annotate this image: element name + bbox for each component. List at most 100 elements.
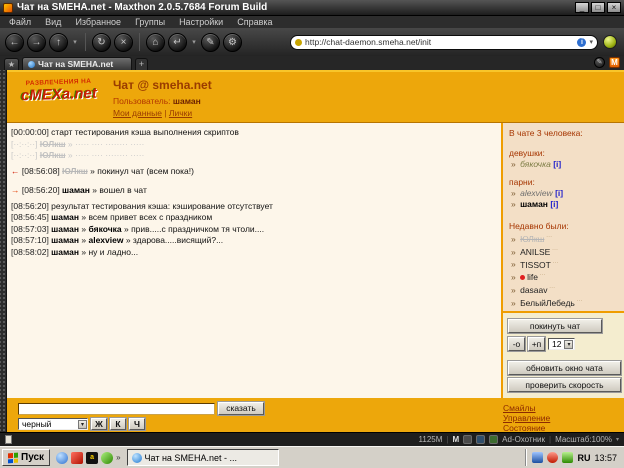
chat-message: [··:··:··] ЮЛкш » ····· ···· ········ ··… bbox=[11, 150, 498, 161]
address-bar[interactable]: http://chat-daemon.smeha.net/init i ▾ bbox=[290, 35, 598, 50]
ad-hunter-label[interactable]: Ad-Охотник bbox=[502, 435, 545, 444]
underline-button[interactable]: Ч bbox=[129, 418, 145, 430]
site-favicon bbox=[295, 39, 302, 46]
close-button[interactable]: × bbox=[607, 2, 621, 13]
text-color-value: черный bbox=[22, 419, 51, 429]
menu-item[interactable]: Избранное bbox=[75, 17, 121, 27]
quick-launch: a » bbox=[53, 452, 123, 464]
message-time: [··:··:··] bbox=[11, 150, 40, 160]
font-smaller-button[interactable]: -о bbox=[508, 337, 525, 351]
go-dropdown-icon[interactable]: ▾ bbox=[190, 38, 198, 46]
filter-status-icon[interactable] bbox=[489, 435, 498, 444]
message-nick[interactable]: шаман bbox=[51, 212, 79, 222]
taskbar-task-button[interactable]: Чат на SMEHA.net - ... bbox=[127, 449, 279, 466]
font-bigger-button[interactable]: +п bbox=[528, 337, 545, 351]
smiles-link[interactable]: Смайлы bbox=[503, 403, 624, 413]
message-nick[interactable]: ЮЛкш bbox=[62, 166, 88, 176]
user-name[interactable]: ANILSE bbox=[520, 247, 550, 257]
go-button[interactable]: ↵ bbox=[168, 33, 187, 52]
tray-messenger-icon[interactable] bbox=[562, 452, 573, 463]
user-info-link[interactable]: [i] bbox=[548, 199, 558, 209]
maxthon-status-icon[interactable]: M bbox=[452, 435, 459, 444]
links-separator: | bbox=[164, 108, 166, 118]
user-name[interactable]: БелыйЛебедь bbox=[520, 298, 575, 308]
go-url-button[interactable] bbox=[603, 35, 617, 49]
home-button[interactable]: ⌂ bbox=[146, 33, 165, 52]
minimize-button[interactable]: _ bbox=[575, 2, 589, 13]
quick-launch-overflow-icon[interactable]: » bbox=[116, 453, 120, 462]
chat-message: [··:··:··] ЮЛкш » ····· ···· ········ ··… bbox=[11, 139, 498, 150]
taskbar-clock: 13:57 bbox=[594, 453, 617, 463]
italic-button[interactable]: К bbox=[110, 418, 126, 430]
tab-favicon bbox=[28, 61, 35, 68]
list-bullet-icon: » bbox=[511, 298, 518, 308]
check-speed-button[interactable]: проверить скорость bbox=[508, 378, 621, 392]
tools-button[interactable]: ⚙ bbox=[223, 33, 242, 52]
menu-item[interactable]: Вид bbox=[45, 17, 61, 27]
stop-button[interactable]: × bbox=[114, 33, 133, 52]
private-messages-link[interactable]: Лички bbox=[169, 108, 192, 118]
say-button[interactable]: сказать bbox=[218, 402, 264, 415]
quick-launch-browser-icon[interactable] bbox=[56, 452, 68, 464]
favorites-star-icon[interactable]: ★ bbox=[4, 58, 19, 70]
refresh-button[interactable]: ↻ bbox=[92, 33, 111, 52]
refresh-chat-button[interactable]: обновить окно чата bbox=[508, 361, 621, 375]
back-button[interactable]: ← bbox=[5, 33, 24, 52]
url-input[interactable]: http://chat-daemon.smeha.net/init bbox=[305, 37, 574, 47]
user-name[interactable]: шаман bbox=[520, 199, 548, 209]
page-info-icon[interactable]: i bbox=[577, 38, 586, 47]
message-input[interactable] bbox=[18, 403, 215, 415]
message-nick[interactable]: шаман bbox=[51, 235, 79, 245]
message-nick[interactable]: ЮЛкш bbox=[40, 150, 66, 160]
tray-antivirus-icon[interactable] bbox=[547, 452, 558, 463]
start-button[interactable]: Пуск bbox=[2, 449, 50, 466]
font-size-select[interactable]: 12 ▾ bbox=[548, 338, 575, 350]
zoom-caret-icon[interactable]: ▾ bbox=[616, 436, 619, 443]
text-color-select[interactable]: черный ▾ bbox=[18, 418, 88, 430]
user-name[interactable]: life bbox=[527, 272, 538, 282]
sidebar-grip[interactable] bbox=[0, 70, 7, 432]
tab-chat[interactable]: Чат на SMEHA.net bbox=[22, 57, 132, 70]
smeha-logo[interactable]: РАЗВЛЕЧЕНИЯ НА сМЕХа.net bbox=[12, 73, 105, 120]
bold-button[interactable]: Ж bbox=[91, 418, 107, 430]
user-name[interactable]: бякочка bbox=[520, 159, 551, 169]
history-dropdown-icon[interactable]: ▾ bbox=[71, 38, 79, 46]
message-nick[interactable]: шаман bbox=[51, 224, 79, 234]
maximize-button[interactable]: □ bbox=[591, 2, 605, 13]
leave-chat-button[interactable]: покинуть чат bbox=[508, 319, 602, 333]
menu-item[interactable]: Настройки bbox=[179, 17, 223, 27]
user-name[interactable]: alexview bbox=[520, 188, 553, 198]
proxy-icon[interactable] bbox=[463, 435, 472, 444]
url-dropdown-icon[interactable]: ▾ bbox=[589, 38, 593, 46]
message-nick[interactable]: шаман bbox=[51, 247, 79, 257]
user-info-link[interactable]: [i] bbox=[551, 159, 561, 169]
user-info-link[interactable]: [i] bbox=[553, 188, 563, 198]
message-nick[interactable]: ЮЛкш bbox=[40, 139, 66, 149]
new-tab-button[interactable]: + bbox=[135, 58, 148, 70]
language-indicator[interactable]: RU bbox=[577, 453, 590, 463]
user-visit-mark: ··· bbox=[544, 234, 552, 240]
user-name[interactable]: dasaav bbox=[520, 285, 547, 295]
girls-label: девушки: bbox=[509, 148, 619, 159]
user-name[interactable]: ЮЛкш bbox=[520, 234, 544, 244]
snippet-button[interactable]: ✎ bbox=[201, 33, 220, 52]
quick-launch-icq-icon[interactable] bbox=[101, 452, 113, 464]
message-recipient[interactable]: alexview bbox=[88, 235, 123, 245]
manage-link[interactable]: Управление bbox=[503, 413, 624, 423]
quick-launch-winamp-icon[interactable]: a bbox=[86, 452, 98, 464]
menu-item[interactable]: Справка bbox=[237, 17, 272, 27]
tray-network-icon[interactable] bbox=[532, 452, 543, 463]
maxthon-icon[interactable]: M bbox=[609, 57, 620, 68]
menu-item[interactable]: Файл bbox=[9, 17, 31, 27]
forward-button[interactable]: → bbox=[27, 33, 46, 52]
my-data-link[interactable]: Мои данные bbox=[113, 108, 162, 118]
menu-item[interactable]: Группы bbox=[135, 17, 165, 27]
up-button[interactable]: ↑ bbox=[49, 33, 68, 52]
zoom-level[interactable]: Масштаб:100% bbox=[555, 435, 612, 444]
download-status-icon[interactable] bbox=[476, 435, 485, 444]
message-nick[interactable]: шаман bbox=[62, 185, 90, 195]
user-name[interactable]: TISSOT bbox=[520, 259, 551, 269]
message-recipient[interactable]: бякочка bbox=[88, 224, 121, 234]
feather-icon[interactable]: ✎ bbox=[594, 57, 605, 68]
quick-launch-app-icon[interactable] bbox=[71, 452, 83, 464]
